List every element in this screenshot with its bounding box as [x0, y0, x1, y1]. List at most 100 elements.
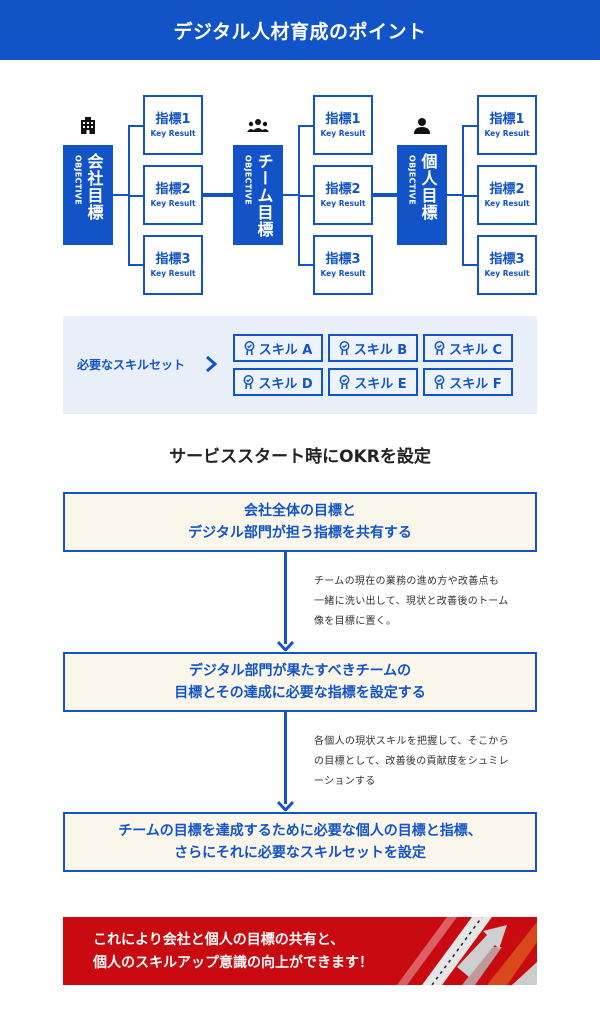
- note-line: 像を目標に置く。: [314, 616, 397, 627]
- kr-title: 指標1: [325, 111, 361, 127]
- skill-badge: スキル C: [423, 334, 513, 362]
- objective-label: 会社目標: [84, 153, 104, 221]
- step-text: チームの目標を達成するために必要な個人の目標と指標、: [118, 823, 482, 839]
- skill-label: スキル C: [448, 342, 503, 358]
- note-line: ーションする: [314, 776, 376, 787]
- key-result-1: 指標1 Key Result: [143, 95, 203, 155]
- award-icon: [244, 340, 255, 355]
- award-icon: [339, 374, 350, 389]
- conclusion-banner: これにより会社と個人の目標の共有と、 個人のスキルアップ意識の向上ができます！: [63, 917, 537, 985]
- skillset-panel: 必要なスキルセット スキル A スキル B スキル C スキル D スキル E …: [63, 316, 537, 414]
- objective-sub: OBJECTIVE: [243, 155, 253, 206]
- skillset-label: 必要なスキルセット: [77, 358, 186, 372]
- skill-badge: スキル A: [233, 334, 323, 362]
- flow-note-2: 各個人の現状スキルを把握して、そこから の目標として、改善後の貢献度をシュミレ …: [314, 732, 544, 792]
- skill-label: スキル E: [354, 376, 407, 392]
- kr-sub: Key Result: [150, 128, 196, 138]
- connector: [283, 194, 299, 196]
- key-result-1: 指標1 Key Result: [477, 95, 537, 155]
- objective-label: チーム目標: [254, 153, 274, 238]
- connector: [128, 195, 143, 197]
- connector: [447, 194, 463, 196]
- kr-title: 指標2: [325, 181, 361, 197]
- step-text: 目標とその達成に必要な指標を設定する: [174, 685, 426, 701]
- connector: [462, 195, 477, 197]
- key-result-3: 指標3 Key Result: [477, 235, 537, 295]
- kr-sub: Key Result: [484, 128, 530, 138]
- award-icon: [243, 374, 254, 389]
- objective-company: 会社目標 OBJECTIVE: [63, 145, 113, 245]
- step-text: 会社全体の目標と: [244, 503, 356, 519]
- connector-thick: [373, 193, 397, 197]
- team-icon: [246, 116, 270, 136]
- award-icon: [434, 374, 445, 389]
- kr-sub: Key Result: [320, 128, 366, 138]
- connector: [298, 195, 313, 197]
- objective-individual: 個人目標 OBJECTIVE: [397, 145, 447, 245]
- connector: [298, 125, 313, 127]
- kr-title: 指標2: [155, 181, 191, 197]
- note-line: チームの現在の業務の進め方や改善点も: [314, 576, 500, 587]
- flow-title: サービススタート時にOKRを設定: [169, 447, 431, 467]
- objective-sub: OBJECTIVE: [73, 155, 83, 206]
- banner-line: 個人のスキルアップ意識の向上ができます！: [93, 955, 373, 971]
- skill-label: スキル B: [353, 342, 408, 358]
- key-result-3: 指標3 Key Result: [143, 235, 203, 295]
- kr-sub: Key Result: [150, 198, 196, 208]
- connector: [128, 125, 143, 127]
- connector: [128, 264, 143, 266]
- skill-label: スキル F: [449, 376, 502, 392]
- person-icon: [410, 116, 434, 136]
- kr-sub: Key Result: [484, 198, 530, 208]
- kr-sub: Key Result: [150, 268, 196, 278]
- page-title: デジタル人材育成のポイント: [173, 20, 427, 43]
- note-line: 一緒に洗い出して、現状と改善後のトーム: [314, 596, 509, 607]
- skill-label: スキル D: [258, 376, 313, 392]
- skill-badge: スキル F: [423, 368, 513, 396]
- banner-text: これにより会社と個人の目標の共有と、 個人のスキルアップ意識の向上ができます！: [93, 929, 373, 975]
- key-result-2: 指標2 Key Result: [477, 165, 537, 225]
- note-line: 各個人の現状スキルを把握して、そこから: [314, 736, 509, 747]
- key-result-2: 指標2 Key Result: [143, 165, 203, 225]
- objective-sub: OBJECTIVE: [407, 155, 417, 206]
- kr-sub: Key Result: [320, 198, 366, 208]
- page-header: デジタル人材育成のポイント: [0, 0, 600, 60]
- skill-badge: スキル D: [233, 368, 323, 396]
- flow-step-2: デジタル部門が果たすべきチームの 目標とその達成に必要な指標を設定する: [63, 652, 537, 712]
- kr-title: 指標2: [489, 181, 525, 197]
- step-text: さらにそれに必要なスキルセットを設定: [174, 845, 426, 861]
- building-icon: [76, 116, 100, 136]
- flow-step-1: 会社全体の目標と デジタル部門が担う指標を共有する: [63, 492, 537, 552]
- award-icon: [339, 340, 350, 355]
- objective-team: チーム目標 OBJECTIVE: [233, 145, 283, 245]
- flow-note-1: チームの現在の業務の進め方や改善点も 一緒に洗い出して、現状と改善後のトーム 像…: [314, 572, 544, 632]
- skill-badge: スキル E: [328, 368, 418, 396]
- chevron-right-icon: [206, 355, 218, 373]
- arrow-down-icon: [277, 801, 294, 811]
- kr-title: 指標1: [155, 111, 191, 127]
- kr-sub: Key Result: [320, 268, 366, 278]
- key-result-1: 指標1 Key Result: [313, 95, 373, 155]
- kr-title: 指標3: [489, 251, 525, 267]
- banner-line: これにより会社と個人の目標の共有と、: [93, 932, 345, 948]
- connector: [298, 264, 313, 266]
- flow-step-3: チームの目標を達成するために必要な個人の目標と指標、 さらにそれに必要なスキルセ…: [63, 812, 537, 872]
- key-result-2: 指標2 Key Result: [313, 165, 373, 225]
- connector: [113, 194, 129, 196]
- connector: [462, 125, 477, 127]
- award-icon: [434, 340, 445, 355]
- kr-title: 指標1: [489, 111, 525, 127]
- kr-sub: Key Result: [484, 268, 530, 278]
- step-text: デジタル部門が担う指標を共有する: [188, 525, 412, 541]
- key-result-3: 指標3 Key Result: [313, 235, 373, 295]
- step-text: デジタル部門が果たすべきチームの: [188, 663, 412, 679]
- kr-title: 指標3: [325, 251, 361, 267]
- flow-arrow-line: [284, 552, 287, 644]
- connector: [462, 264, 477, 266]
- objective-label: 個人目標: [418, 153, 438, 221]
- skill-badge: スキル B: [328, 334, 418, 362]
- connector-thick: [203, 193, 233, 197]
- arrow-down-icon: [277, 641, 294, 651]
- flow-arrow-line: [284, 712, 287, 804]
- note-line: の目標として、改善後の貢献度をシュミレ: [314, 756, 509, 767]
